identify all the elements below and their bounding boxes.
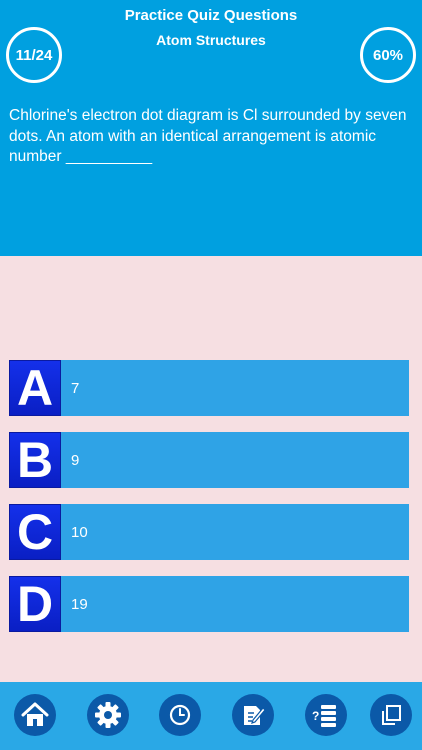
question-list-icon: ? [312, 705, 336, 727]
answer-letter-c: C [9, 504, 61, 560]
answer-text-c: 10 [71, 523, 88, 541]
answer-option-b[interactable]: B 9 [9, 432, 409, 488]
answer-letter-a: A [9, 360, 61, 416]
header: Practice Quiz Questions Atom Structures … [0, 0, 422, 256]
answer-text-d: 19 [71, 595, 88, 613]
copy-button[interactable] [370, 694, 412, 736]
question-text: Chlorine's electron dot diagram is Cl su… [9, 107, 407, 165]
gear-icon [95, 702, 121, 728]
answer-list: A 7 B 9 C 10 D 19 [9, 360, 409, 648]
answer-option-c[interactable]: C 10 [9, 504, 409, 560]
score-badge: 60% [360, 27, 416, 83]
answer-option-a[interactable]: A 7 [9, 360, 409, 416]
question-progress-badge: 11/24 [6, 27, 62, 83]
answer-letter-b: B [9, 432, 61, 488]
answer-text-b: 9 [71, 451, 80, 469]
clock-icon [169, 704, 191, 726]
answer-option-d[interactable]: D 19 [9, 576, 409, 632]
notes-button[interactable] [232, 694, 274, 736]
home-icon [21, 702, 49, 726]
answer-letter-d: D [9, 576, 61, 632]
answer-text-a: 7 [71, 379, 80, 397]
bottom-toolbar: ? [0, 682, 422, 750]
page-title: Practice Quiz Questions [124, 7, 298, 24]
copy-icon [382, 705, 401, 725]
home-button[interactable] [14, 694, 56, 736]
edit-note-icon [244, 706, 266, 725]
question-list-button[interactable]: ? [305, 694, 347, 736]
timer-button[interactable] [159, 694, 201, 736]
settings-button[interactable] [87, 694, 129, 736]
quiz-topic: Atom Structures [156, 32, 266, 48]
svg-text:?: ? [312, 709, 319, 723]
